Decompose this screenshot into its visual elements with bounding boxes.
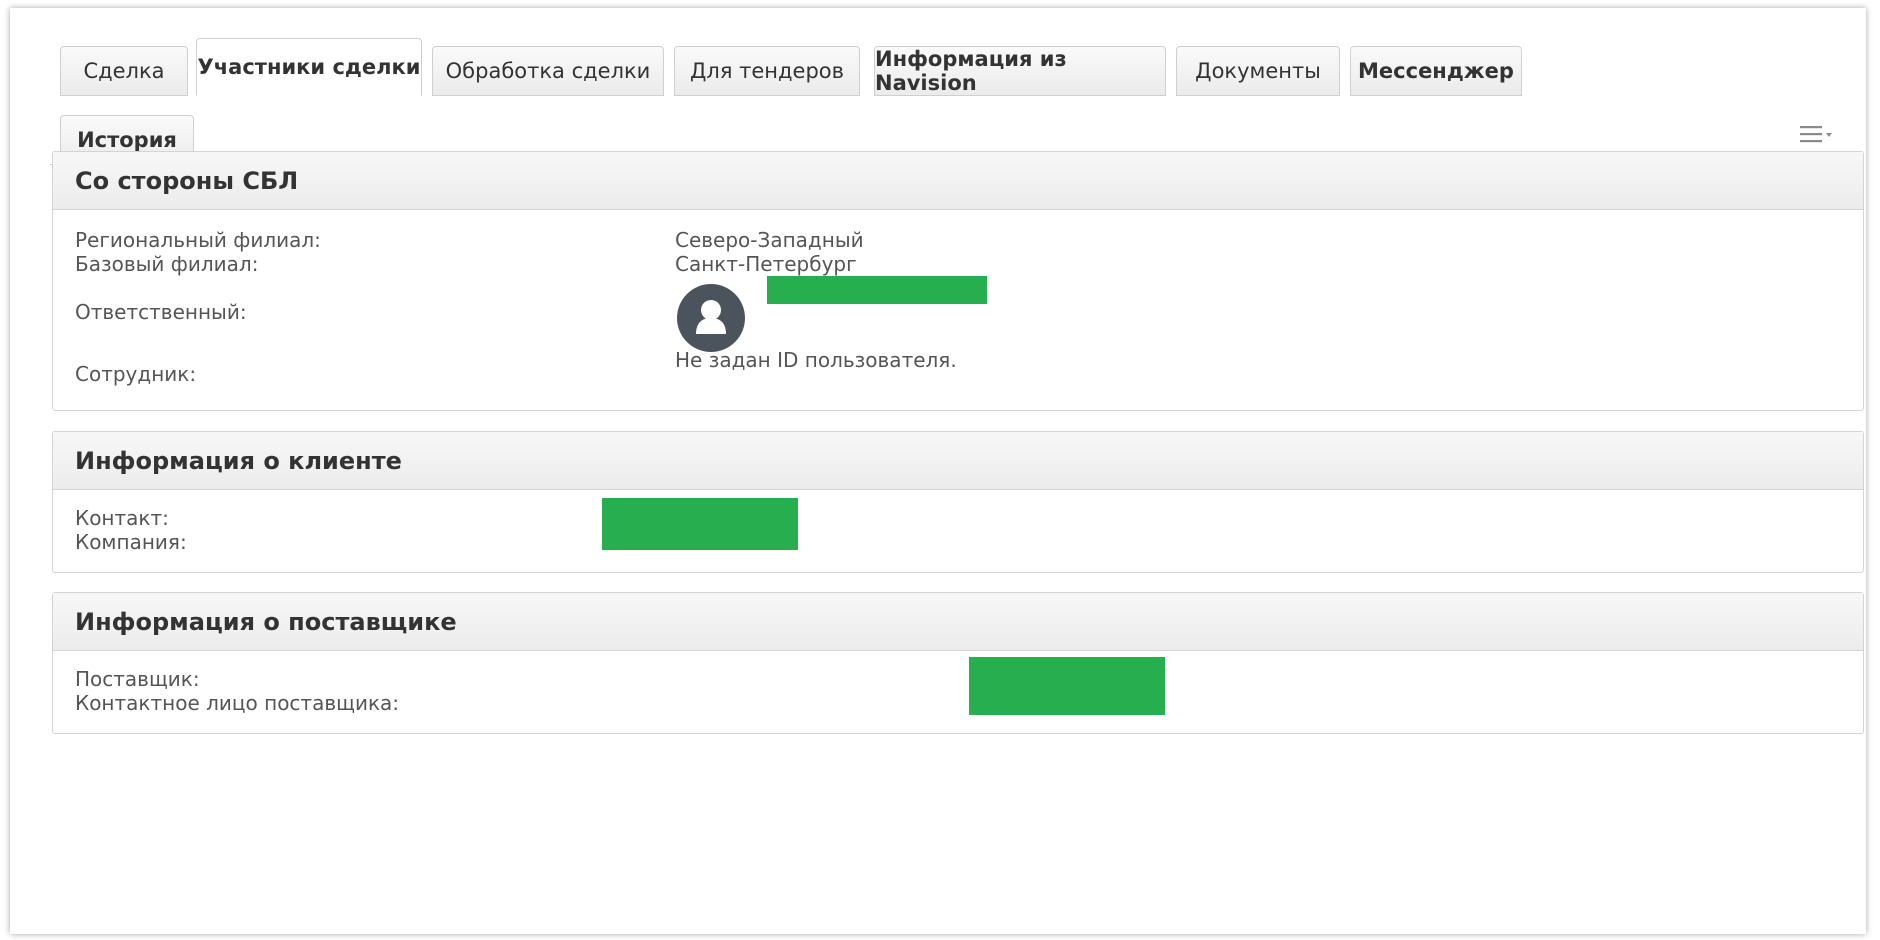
employee-value: Не задан ID пользователя. xyxy=(675,348,957,372)
supplier-label: Поставщик: xyxy=(75,667,200,691)
client-panel-title: Информация о клиенте xyxy=(53,432,1863,490)
tab-tenders[interactable]: Для тендеров xyxy=(674,46,860,96)
responsible-label: Ответственный: xyxy=(75,300,247,324)
client-panel: Информация о клиенте Контакт: Компания: xyxy=(52,431,1864,573)
tab-deal-participants[interactable]: Участники сделки xyxy=(196,38,422,96)
tab-navision-info[interactable]: Информация из Navision xyxy=(874,46,1166,96)
tab-deal[interactable]: Сделка xyxy=(60,46,188,96)
supplier-panel-title: Информация о поставщике xyxy=(53,593,1863,651)
regional-branch-label: Региональный филиал: xyxy=(75,228,321,252)
client-info-redacted xyxy=(602,498,798,550)
contact-label: Контакт: xyxy=(75,506,169,530)
tab-documents[interactable]: Документы xyxy=(1176,46,1340,96)
hamburger-menu-icon[interactable] xyxy=(1800,122,1836,146)
menu-lines-icon xyxy=(1800,126,1832,143)
user-avatar-icon[interactable] xyxy=(677,284,745,352)
sbl-panel: Со стороны СБЛ Региональный филиал: Севе… xyxy=(52,151,1864,411)
tab-messenger[interactable]: Мессенджер xyxy=(1350,46,1522,96)
supplier-contact-label: Контактное лицо поставщика: xyxy=(75,691,400,715)
supplier-panel: Информация о поставщике Поставщик: Конта… xyxy=(52,592,1864,734)
sbl-panel-title: Со стороны СБЛ xyxy=(53,152,1863,210)
base-branch-value: Санкт-Петербург xyxy=(675,252,857,276)
employee-label: Сотрудник: xyxy=(75,362,197,386)
company-label: Компания: xyxy=(75,530,187,554)
responsible-name-redacted xyxy=(767,276,987,304)
chevron-down-icon xyxy=(1826,133,1832,137)
regional-branch-value: Северо-Западный xyxy=(675,228,864,252)
deal-window: Сделка Участники сделки Обработка сделки… xyxy=(10,8,1866,934)
supplier-info-redacted xyxy=(969,657,1165,715)
base-branch-label: Базовый филиал: xyxy=(75,252,259,276)
tab-deal-processing[interactable]: Обработка сделки xyxy=(432,46,664,96)
tab-bar: Сделка Участники сделки Обработка сделки… xyxy=(50,36,1860,165)
